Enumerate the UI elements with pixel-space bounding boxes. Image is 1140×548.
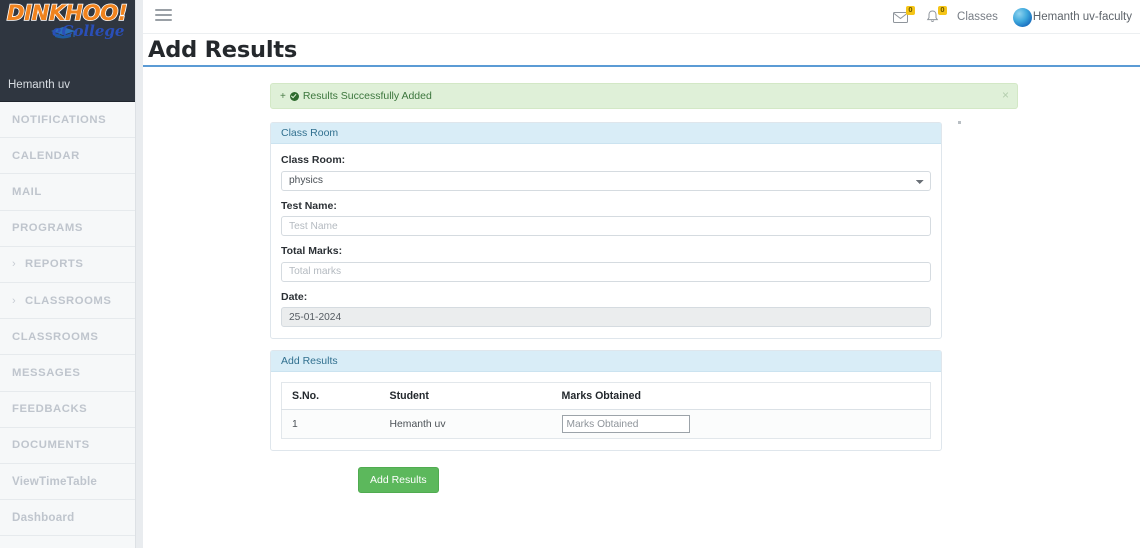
close-icon[interactable]: ×	[1002, 89, 1009, 101]
avatar	[1012, 7, 1032, 27]
sidebar-username: Hemanth uv	[0, 68, 143, 102]
date-input[interactable]	[281, 307, 931, 327]
hamburger-icon[interactable]	[155, 9, 172, 23]
sidebar-item-label: MAIL	[12, 185, 42, 198]
sidebar-item-viewtimetable[interactable]: ViewTimeTable	[0, 463, 143, 501]
sidebar-item-notifications[interactable]: NOTIFICATIONS	[0, 102, 143, 139]
column-header: Marks Obtained	[551, 382, 931, 410]
sidebar-item-label: FEEDBACKS	[12, 403, 88, 416]
sidebar-item-label: PROGRAMS	[12, 222, 83, 235]
sidebar: DINKHOO! eCollege Hemanth uv NOTIFICATIO…	[0, 0, 143, 548]
sidebar-brand[interactable]: DINKHOO! eCollege	[0, 0, 143, 68]
mail-badge-count: 0	[906, 5, 916, 15]
logo-secondary-text: eCollege	[52, 22, 125, 40]
table-row: 1 Hemanth uv	[281, 409, 931, 439]
results-table-body: 1 Hemanth uv	[281, 409, 931, 439]
add-results-submit-button[interactable]: Add Results	[358, 467, 439, 493]
sidebar-item-reports[interactable]: › REPORTS	[0, 246, 143, 284]
sidebar-item-classrooms[interactable]: › CLASSROOMS	[0, 282, 143, 320]
nav-link-classes[interactable]: Classes	[955, 11, 1000, 23]
table-header-row: S.No. Student Marks Obtained	[281, 382, 931, 410]
sidebar-menu: NOTIFICATIONS CALENDAR MAIL PROGRAMS › REPORT…	[0, 102, 143, 537]
decorative-dot	[958, 121, 961, 124]
cell-serial-number: 1	[281, 409, 380, 439]
sidebar-item-calendar[interactable]: CALENDAR	[0, 138, 143, 175]
totalmarks-field-group: Total Marks:	[281, 245, 931, 282]
results-panel-heading: Add Results	[271, 351, 941, 372]
results-panel-body: S.No. Student Marks Obtained 1 Hemanth uv	[271, 372, 941, 450]
test-name-input[interactable]	[281, 216, 931, 236]
alert-prefix: +	[280, 90, 286, 102]
totalmarks-label: Total Marks:	[281, 245, 343, 257]
marks-obtained-input[interactable]	[561, 415, 690, 433]
sidebar-item-label: CLASSROOMS	[25, 294, 112, 307]
results-table: S.No. Student Marks Obtained 1 Hemanth uv	[281, 382, 931, 439]
sidebar-item-label: DOCUMENTS	[12, 439, 90, 452]
results-panel: Add Results S.No. Student Marks Obtained 1…	[270, 350, 942, 451]
success-alert: + Results Successfully Added ×	[270, 83, 1018, 109]
testname-field-group: Test Name:	[281, 199, 931, 236]
sidebar-item-feedbacks[interactable]: FEEDBACKS	[0, 391, 143, 428]
user-menu-label: Hemanth uv-faculty	[1032, 11, 1132, 23]
alert-message: Results Successfully Added	[302, 90, 432, 102]
sidebar-item-documents[interactable]: DOCUMENTS	[0, 427, 143, 465]
classroom-label: Class Room:	[281, 154, 346, 166]
notification-badge-count: 0	[938, 5, 948, 15]
chevron-right-icon: ›	[12, 294, 17, 307]
bell-icon[interactable]: 0	[923, 5, 948, 27]
page-header: Add Results	[143, 34, 1140, 67]
sidebar-item-label: REPORTS	[25, 258, 84, 271]
sidebar-item-messages[interactable]: MESSAGES	[0, 355, 143, 392]
classroom-panel: Class Room Class Room: physics Test Name…	[270, 122, 942, 339]
application-window: DINKHOO! eCollege Hemanth uv NOTIFICATIO…	[0, 0, 1140, 548]
sidebar-item-label: Dashboard	[12, 511, 75, 525]
total-marks-input[interactable]	[281, 261, 931, 282]
sidebar-item-label: ViewTimeTable	[12, 474, 98, 488]
cell-marks-obtained	[551, 409, 931, 439]
column-header: S.No.	[281, 382, 380, 410]
classroom-panel-body: Class Room: physics Test Name: Total Mar…	[271, 144, 941, 338]
envelope-icon[interactable]: 0	[891, 5, 916, 27]
user-menu[interactable]: Hemanth uv-faculty	[1012, 7, 1132, 27]
date-label: Date:	[281, 290, 308, 303]
sidebar-item-label: MESSAGES	[12, 366, 81, 379]
page-title: Add Results	[148, 36, 298, 63]
top-navigation-bar: 0 0 Classes Hemanth uv-faculty	[143, 0, 1140, 34]
cell-student-name: Hemanth uv	[379, 409, 552, 439]
check-circle-icon	[289, 91, 299, 101]
sidebar-item-label: CLASSROOMS	[12, 330, 99, 343]
classroom-panel-heading: Class Room	[271, 123, 941, 144]
date-field-group: Date:	[281, 290, 931, 327]
sidebar-scrollbar[interactable]	[135, 0, 143, 548]
classroom-select[interactable]: physics	[281, 170, 931, 191]
chevron-right-icon: ›	[12, 258, 17, 271]
sidebar-item-dashboard[interactable]: Dashboard	[0, 500, 143, 537]
sidebar-item-programs[interactable]: PROGRAMS	[0, 210, 143, 247]
app-logo[interactable]: DINKHOO! eCollege	[6, 0, 142, 47]
sidebar-item-mail[interactable]: MAIL	[0, 174, 143, 211]
sidebar-item-label: NOTIFICATIONS	[12, 113, 107, 126]
sidebar-item-label: CALENDAR	[12, 149, 80, 162]
results-table-head: S.No. Student Marks Obtained	[281, 382, 931, 410]
testname-label: Test Name:	[281, 199, 337, 212]
top-nav-actions: 0 0 Classes Hemanth uv-faculty	[891, 0, 1132, 34]
sidebar-item-classrooms[interactable]: CLASSROOMS	[0, 319, 143, 356]
classroom-field-group: Class Room: physics	[281, 154, 931, 191]
column-header: Student	[379, 382, 552, 410]
main-content: + Results Successfully Added × Class Roo…	[143, 69, 1140, 548]
